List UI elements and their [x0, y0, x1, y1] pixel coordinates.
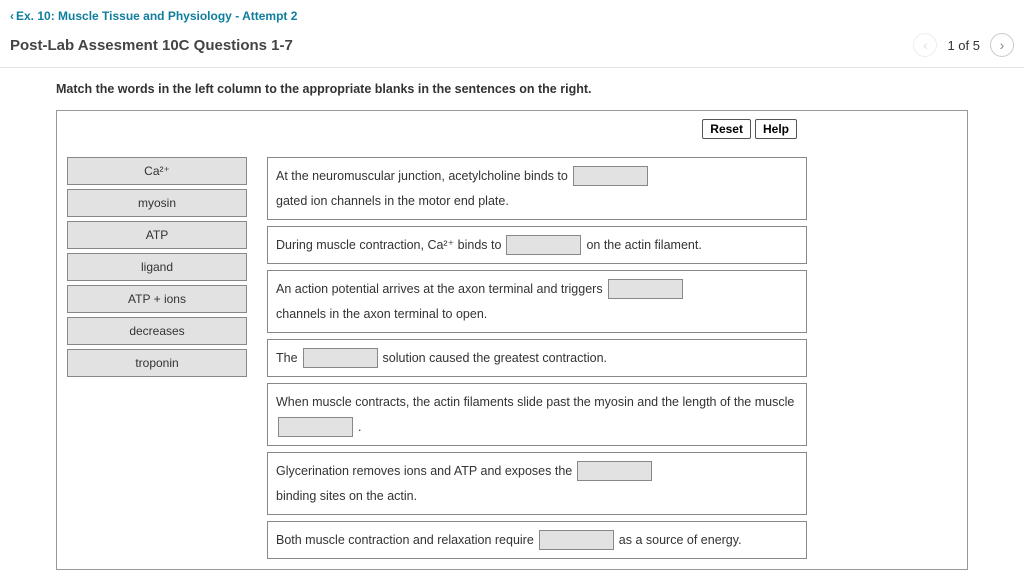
reset-button[interactable]: Reset	[702, 119, 751, 139]
sentence-text: on the actin filament.	[586, 234, 701, 256]
term-tile[interactable]: ligand	[67, 253, 247, 281]
help-button[interactable]: Help	[755, 119, 797, 139]
sentence-text: solution caused the greatest contraction…	[383, 347, 607, 369]
term-tile[interactable]: ATP + ions	[67, 285, 247, 313]
sentence-text: At the neuromuscular junction, acetylcho…	[276, 165, 568, 187]
drop-slot[interactable]	[573, 166, 648, 186]
sentence-text: channels in the axon terminal to open.	[276, 303, 487, 325]
term-tile[interactable]: decreases	[67, 317, 247, 345]
breadcrumb-label: Ex. 10: Muscle Tissue and Physiology - A…	[16, 9, 297, 23]
drop-slot[interactable]	[303, 348, 378, 368]
term-tile[interactable]: ATP	[67, 221, 247, 249]
chevron-left-icon: ‹	[10, 9, 14, 23]
sentence-row: The solution caused the greatest contrac…	[267, 339, 807, 377]
matching-work-area: Reset Help Ca²⁺ myosin ATP ligand ATP + …	[56, 110, 968, 570]
sentence-text: gated ion channels in the motor end plat…	[276, 190, 509, 212]
drop-slot[interactable]	[506, 235, 581, 255]
sentence-text: During muscle contraction, Ca²⁺ binds to	[276, 234, 501, 256]
sentence-text: When muscle contracts, the actin filamen…	[276, 391, 794, 413]
sentence-row: Both muscle contraction and relaxation r…	[267, 521, 807, 559]
drop-slot[interactable]	[608, 279, 683, 299]
sentence-row: Glycerination removes ions and ATP and e…	[267, 452, 807, 515]
terms-column: Ca²⁺ myosin ATP ligand ATP + ions decrea…	[67, 157, 247, 377]
question-nav: ‹ 1 of 5 ›	[913, 33, 1014, 57]
sentence-row: An action potential arrives at the axon …	[267, 270, 807, 333]
sentence-text: .	[358, 416, 361, 438]
sentence-row: During muscle contraction, Ca²⁺ binds to…	[267, 226, 807, 264]
sentence-row: When muscle contracts, the actin filamen…	[267, 383, 807, 446]
sentence-text: as a source of energy.	[619, 529, 742, 551]
sentence-row: At the neuromuscular junction, acetylcho…	[267, 157, 807, 220]
sentence-text: An action potential arrives at the axon …	[276, 278, 603, 300]
sentence-text: Both muscle contraction and relaxation r…	[276, 529, 534, 551]
instruction-text: Match the words in the left column to th…	[56, 82, 968, 96]
next-question-button[interactable]: ›	[990, 33, 1014, 57]
drop-slot[interactable]	[577, 461, 652, 481]
sentence-text: binding sites on the actin.	[276, 485, 417, 507]
progress-label: 1 of 5	[947, 38, 980, 53]
page-title: Post-Lab Assesment 10C Questions 1-7	[10, 37, 293, 54]
breadcrumb-link[interactable]: ‹Ex. 10: Muscle Tissue and Physiology - …	[10, 9, 297, 23]
sentence-text: Glycerination removes ions and ATP and e…	[276, 460, 572, 482]
prev-question-button: ‹	[913, 33, 937, 57]
drop-slot[interactable]	[539, 530, 614, 550]
sentences-column: At the neuromuscular junction, acetylcho…	[267, 157, 807, 559]
term-tile[interactable]: myosin	[67, 189, 247, 217]
sentence-text: The	[276, 347, 298, 369]
term-tile[interactable]: troponin	[67, 349, 247, 377]
term-tile[interactable]: Ca²⁺	[67, 157, 247, 185]
drop-slot[interactable]	[278, 417, 353, 437]
